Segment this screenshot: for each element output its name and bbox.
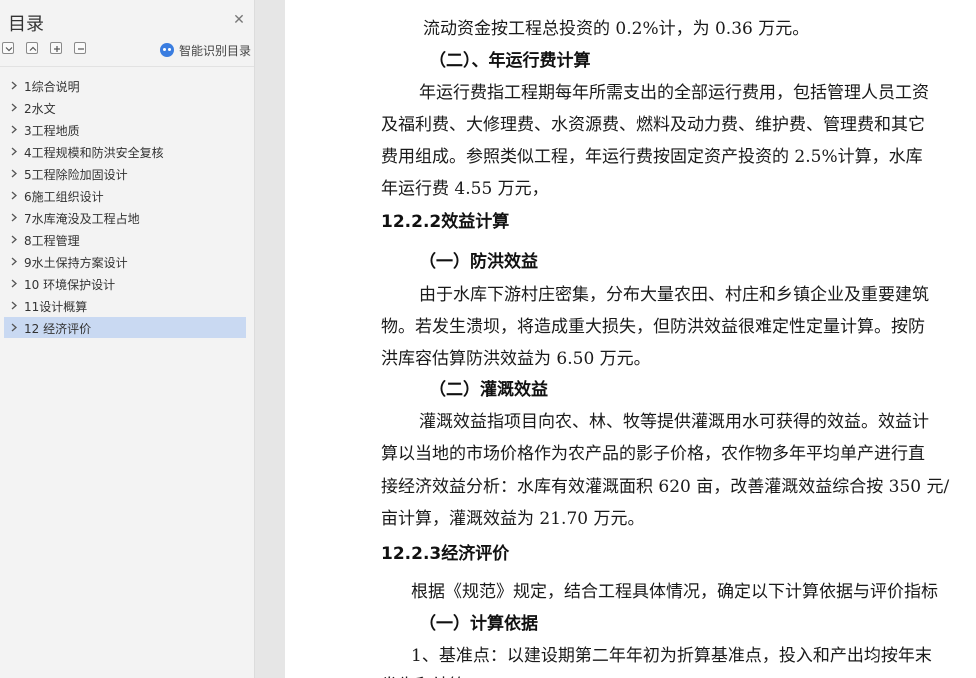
paragraph-line: 及福利费、大修理费、水资源费、燃料及动力费、维护费、管理费和其它 xyxy=(381,115,925,135)
chevron-right-icon[interactable] xyxy=(10,279,18,288)
toc-item[interactable]: 9水土保持方案设计 xyxy=(4,251,246,272)
paragraph-line: 洪库容估算防洪效益为 6.50 万元。 xyxy=(381,349,651,369)
paragraph-line: 根据《规范》规定，结合工程具体情况，确定以下计算依据与评价指标 xyxy=(411,582,938,602)
toc-item[interactable]: 6施工组织设计 xyxy=(4,185,246,206)
smart-toc-button[interactable]: 智能识别目录 xyxy=(160,42,251,58)
section-heading: （二）灌溉效益 xyxy=(429,380,548,400)
paragraph-line: 1、基准点：以建设期第二年年初为折算基准点，投入和产出均按年末 xyxy=(411,646,932,666)
toc-item[interactable]: 1综合说明 xyxy=(4,75,246,96)
document-page: 流动资金按工程总投资的 0.2%计，为 0.36 万元。 （二）、年运行费计算年运… xyxy=(285,0,976,678)
chevron-right-icon[interactable] xyxy=(10,147,18,156)
toc-item-label: 8工程管理 xyxy=(24,234,80,248)
paragraph-line: 发生和结算 xyxy=(381,671,466,678)
panel-gap xyxy=(255,0,285,678)
close-icon[interactable]: ✕ xyxy=(232,13,246,27)
paragraph-line: 费用组成。参照类似工程，年运行费按固定资产投资的 2.5%计算，水库 xyxy=(381,147,923,167)
expand-all-icon[interactable] xyxy=(2,42,14,54)
toc-item[interactable]: 3工程地质 xyxy=(4,119,246,140)
toc-item-label: 9水土保持方案设计 xyxy=(24,256,128,270)
ai-robot-icon xyxy=(160,43,174,57)
chevron-right-icon[interactable] xyxy=(10,213,18,222)
plus-icon[interactable] xyxy=(50,42,62,54)
toc-item[interactable]: 8工程管理 xyxy=(4,229,246,250)
toc-item-label: 11设计概算 xyxy=(24,300,88,314)
chevron-right-icon[interactable] xyxy=(10,235,18,244)
toc-item-label: 6施工组织设计 xyxy=(24,190,104,204)
toc-item[interactable]: 11设计概算 xyxy=(4,295,246,316)
sidebar-title: 目录 xyxy=(8,14,44,35)
chevron-right-icon[interactable] xyxy=(10,81,18,90)
toc-item[interactable]: 12 经济评价 xyxy=(4,317,246,338)
toc-item-label: 12 经济评价 xyxy=(24,322,92,336)
chevron-right-icon[interactable] xyxy=(10,169,18,178)
collapse-all-icon[interactable] xyxy=(26,42,38,54)
toc-item-label: 5工程除险加固设计 xyxy=(24,168,128,182)
toc-item[interactable]: 2水文 xyxy=(4,97,246,118)
section-heading: 12.2.3经济评价 xyxy=(381,544,510,564)
paragraph-line: 接经济效益分析：水库有效灌溉面积 620 亩，改善灌溉效益综合按 350 元/ xyxy=(381,477,950,497)
toc-item-label: 4工程规模和防洪安全复核 xyxy=(24,146,164,160)
toc-item-label: 10 环境保护设计 xyxy=(24,278,116,292)
toc-sidebar: 目录 ✕ 智能识别目录 1综合说明 2水文 3工程地质 4工程规模和防洪安全复核 5工程… xyxy=(0,0,255,678)
toc-item-label: 7水库淹没及工程占地 xyxy=(24,212,140,226)
smart-toc-label: 智能识别目录 xyxy=(179,43,252,58)
toc-item-label: 3工程地质 xyxy=(24,124,80,138)
chevron-right-icon[interactable] xyxy=(10,103,18,112)
paragraph-line: 流动资金按工程总投资的 0.2%计，为 0.36 万元。 xyxy=(423,19,810,39)
paragraph-line: 灌溉效益指项目向农、林、牧等提供灌溉用水可获得的效益。效益计 xyxy=(419,412,929,432)
section-heading: （一）计算依据 xyxy=(419,614,538,634)
paragraph-line: 由于水库下游村庄密集，分布大量农田、村庄和乡镇企业及重要建筑 xyxy=(419,285,929,305)
paragraph-line: 年运行费 4.55 万元， xyxy=(381,179,549,199)
paragraph-line: 亩计算，灌溉效益为 21.70 万元。 xyxy=(381,509,645,529)
section-heading: （一）防洪效益 xyxy=(419,252,538,272)
chevron-right-icon[interactable] xyxy=(10,191,18,200)
toc-item[interactable]: 10 环境保护设计 xyxy=(4,273,246,294)
toc-item-label: 1综合说明 xyxy=(24,80,80,94)
section-heading: （二）、年运行费计算 xyxy=(429,51,591,71)
chevron-right-icon[interactable] xyxy=(10,323,18,332)
paragraph-line: 算以当地的市场价格作为农产品的影子价格，农作物多年平均单产进行直 xyxy=(381,444,925,464)
toc-item[interactable]: 5工程除险加固设计 xyxy=(4,163,246,184)
toc-item-label: 2水文 xyxy=(24,102,56,116)
minus-icon[interactable] xyxy=(74,42,86,54)
sidebar-divider xyxy=(0,66,254,67)
chevron-right-icon[interactable] xyxy=(10,301,18,310)
toc-item[interactable]: 4工程规模和防洪安全复核 xyxy=(4,141,246,162)
paragraph-line: 物。若发生溃坝，将造成重大损失，但防洪效益很难定性定量计算。按防 xyxy=(381,317,925,337)
toc-item[interactable]: 7水库淹没及工程占地 xyxy=(4,207,246,228)
chevron-right-icon[interactable] xyxy=(10,257,18,266)
paragraph-line: 年运行费指工程期每年所需支出的全部运行费用，包括管理人员工资 xyxy=(419,83,929,103)
section-heading: 12.2.2效益计算 xyxy=(381,212,510,232)
chevron-right-icon[interactable] xyxy=(10,125,18,134)
